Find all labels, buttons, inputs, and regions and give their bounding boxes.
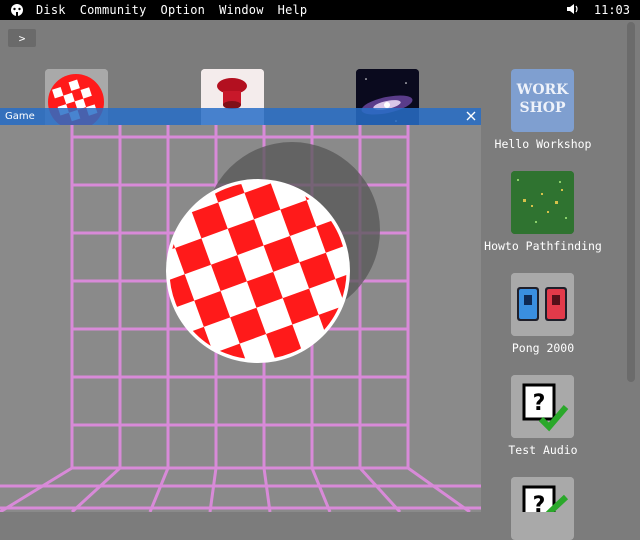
svg-text:?: ?: [533, 493, 546, 512]
menu-help[interactable]: Help: [278, 3, 308, 17]
app-logo-icon[interactable]: [8, 0, 26, 20]
pong-2000-label[interactable]: Pong 2000: [498, 341, 588, 355]
game-canvas[interactable]: [0, 125, 481, 512]
speaker-icon[interactable]: [566, 3, 580, 18]
path-button[interactable]: >: [8, 29, 36, 47]
game-window-title: Game: [5, 111, 35, 122]
svg-text:?: ?: [533, 391, 546, 416]
menu-option[interactable]: Option: [161, 3, 206, 17]
menu-disk[interactable]: Disk: [36, 3, 66, 17]
boing-scene: [0, 125, 481, 512]
close-icon[interactable]: [464, 109, 478, 123]
menu-window[interactable]: Window: [219, 3, 264, 17]
howto-pathfinding-icon[interactable]: [511, 171, 574, 234]
hello-workshop-label[interactable]: Hello Workshop: [488, 137, 598, 151]
clock: 11:03: [593, 3, 630, 17]
workshop-tile-text: SHOP: [519, 100, 566, 116]
desktop-scrollbar-thumb[interactable]: [627, 22, 635, 382]
howto-pathfinding-label[interactable]: Howto Pathfinding: [478, 239, 608, 253]
test-audio-label[interactable]: Test Audio: [498, 443, 588, 457]
menu-bar: Disk Community Option Window Help 11:03: [0, 0, 640, 20]
hello-workshop-icon[interactable]: WORK SHOP: [511, 69, 574, 132]
pong-2000-icon[interactable]: [511, 273, 574, 336]
game-window: Game: [0, 108, 481, 512]
workshop-tile-text: WORK: [516, 82, 569, 98]
test-icon-partial[interactable]: ?: [511, 477, 574, 540]
game-window-titlebar[interactable]: Game: [0, 108, 481, 125]
menu-community[interactable]: Community: [80, 3, 147, 17]
test-audio-icon[interactable]: ?: [511, 375, 574, 438]
